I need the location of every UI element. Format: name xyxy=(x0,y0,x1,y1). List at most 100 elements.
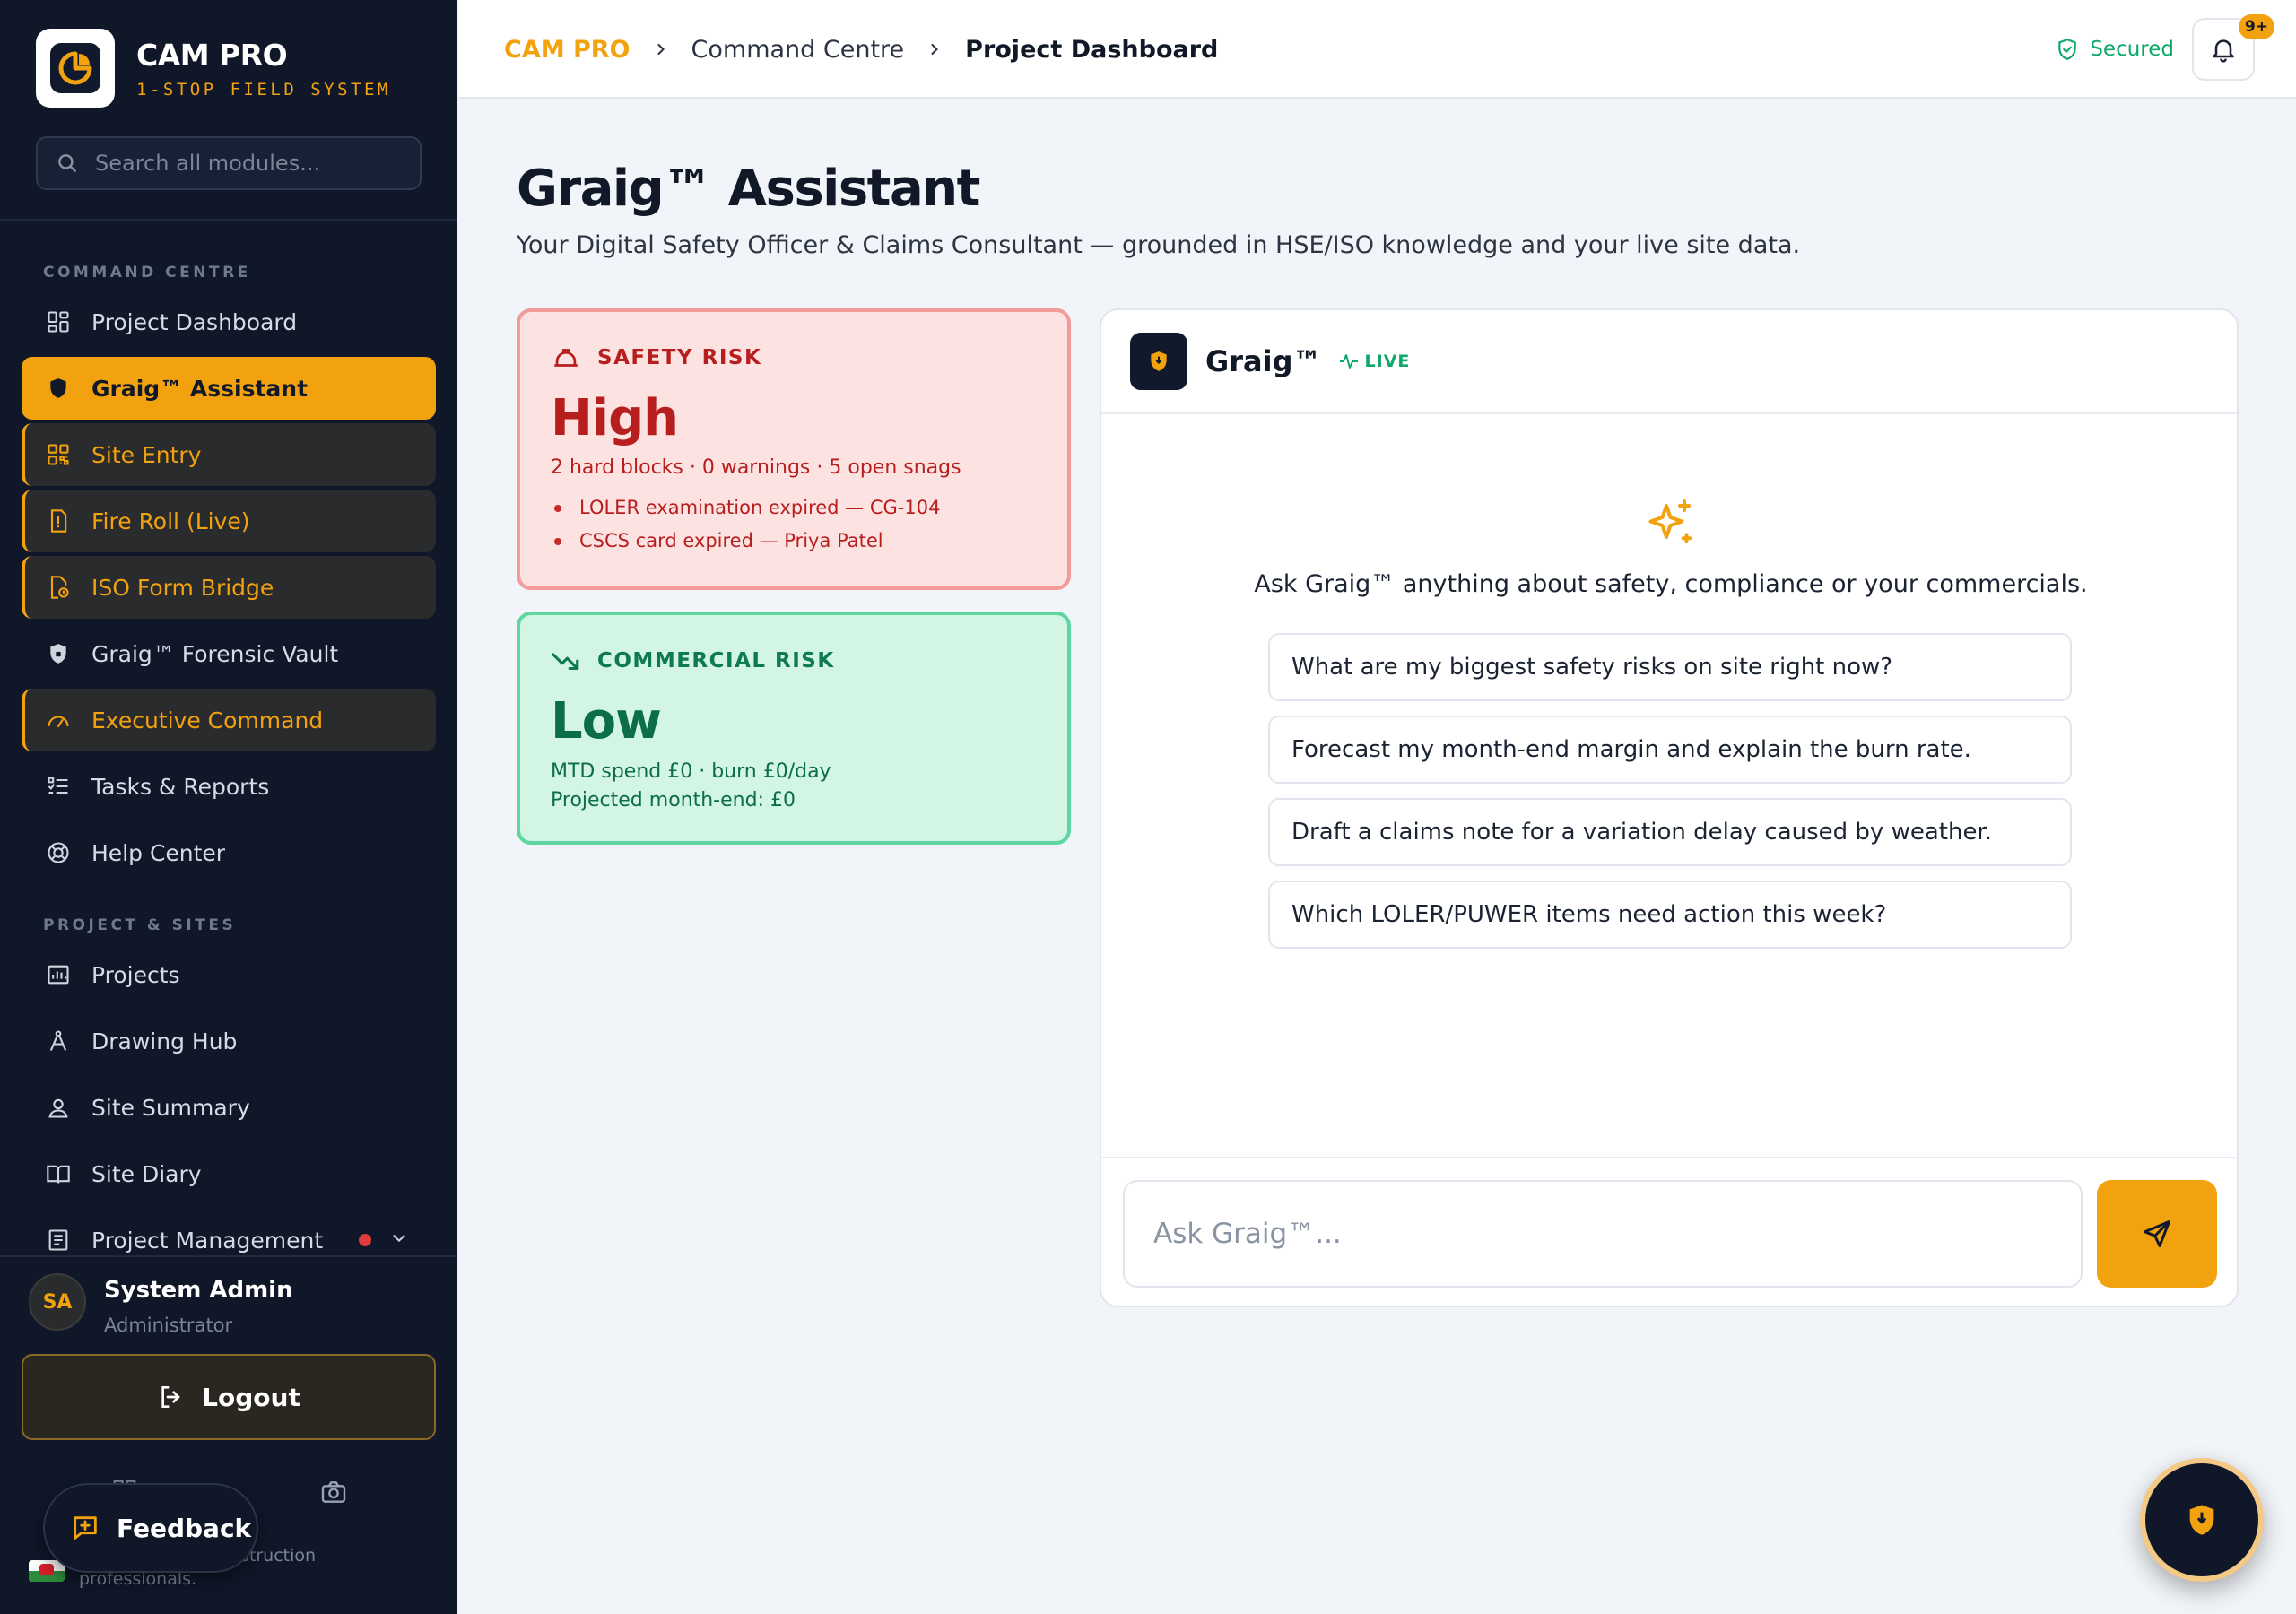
gauge-icon xyxy=(45,707,72,733)
safety-risk-list: LOLER examination expired — CG-104 CSCS … xyxy=(551,491,1037,558)
logout-label: Logout xyxy=(202,1382,300,1412)
sidebar-item-drawing-hub[interactable]: Drawing Hub xyxy=(22,1010,436,1072)
send-button[interactable] xyxy=(2097,1180,2217,1288)
lifebuoy-icon xyxy=(45,839,72,866)
notification-dot xyxy=(359,1234,371,1246)
feedback-button[interactable]: Feedback xyxy=(43,1483,258,1573)
commercial-risk-card: COMMERCIAL RISK Low MTD spend £0 · burn … xyxy=(517,612,1071,845)
welsh-flag-icon xyxy=(29,1560,65,1582)
breadcrumb: CAM PRO Command Centre Project Dashboard xyxy=(504,0,1218,99)
safety-risk-card: SAFETY RISK High 2 hard blocks · 0 warni… xyxy=(517,308,1071,590)
notification-count-badge: 9+ xyxy=(2239,14,2274,39)
sidebar-item-label: Project Management xyxy=(91,1227,324,1254)
sidebar-item-tasks-reports[interactable]: Tasks & Reports xyxy=(22,755,436,818)
commercial-projection: Projected month-end: £0 xyxy=(551,789,796,811)
secured-label: Secured xyxy=(2090,38,2174,61)
commercial-spend: MTD spend £0 · burn £0/day xyxy=(551,760,831,783)
sidebar-divider xyxy=(0,219,457,221)
trend-down-icon xyxy=(552,653,579,671)
sidebar-item-label: Projects xyxy=(91,961,180,988)
breadcrumb-command-centre[interactable]: Command Centre xyxy=(691,36,905,64)
feedback-label: Feedback xyxy=(117,1513,252,1543)
suggestion-button[interactable]: Draft a claims note for a variation dela… xyxy=(1268,798,2072,866)
cam-pro-logo-icon xyxy=(36,29,115,108)
chat-panel: Graig™ LIVE Ask Graig™ anything about sa… xyxy=(1100,308,2239,1307)
shield-icon xyxy=(45,375,72,402)
sidebar-item-site-entry[interactable]: Site Entry xyxy=(22,423,436,486)
sidebar-item-project-dashboard[interactable]: Project Dashboard xyxy=(22,291,436,353)
sidebar-item-label: Fire Roll (Live) xyxy=(91,508,250,534)
sidebar-item-label: Graig™ Assistant xyxy=(91,375,309,402)
sidebar-item-label: Project Dashboard xyxy=(91,308,298,335)
breadcrumb-root[interactable]: CAM PRO xyxy=(504,36,631,64)
commercial-risk-level: Low xyxy=(551,692,662,751)
brand-name: CAM PRO xyxy=(136,37,288,73)
sidebar-item-label: Drawing Hub xyxy=(91,1028,238,1054)
checklist-icon xyxy=(45,773,72,800)
list-item: LOLER examination expired — CG-104 xyxy=(551,491,1037,525)
compass-icon xyxy=(45,1028,72,1054)
search-icon xyxy=(58,154,76,172)
sidebar-item-label: Site Summary xyxy=(91,1094,250,1121)
sidebar-item-label: Tasks & Reports xyxy=(91,773,270,800)
sidebar-item-forensic-vault[interactable]: Graig™ Forensic Vault xyxy=(22,622,436,685)
file-sync-icon xyxy=(45,574,72,601)
activity-icon xyxy=(1339,354,1358,369)
sidebar-item-executive-command[interactable]: Executive Command xyxy=(22,689,436,751)
suggestion-button[interactable]: Forecast my month-end margin and explain… xyxy=(1268,716,2072,784)
shield-check-icon xyxy=(2058,39,2077,60)
chat-composer xyxy=(1101,1157,2237,1306)
safety-risk-label: SAFETY RISK xyxy=(597,346,762,369)
safety-risk-level: High xyxy=(551,389,679,447)
sidebar-item-label: Help Center xyxy=(91,839,226,866)
chat-input[interactable] xyxy=(1123,1180,2083,1288)
sidebar-item-label: Executive Command xyxy=(91,707,324,733)
logout-button[interactable]: Logout xyxy=(22,1354,436,1440)
avatar: SA xyxy=(29,1273,86,1331)
sidebar-item-label: Site Diary xyxy=(91,1160,202,1187)
sidebar-item-projects[interactable]: Projects xyxy=(22,943,436,1006)
document-list-icon xyxy=(45,1227,72,1254)
alert-document-icon xyxy=(45,508,72,534)
sidebar-item-site-diary[interactable]: Site Diary xyxy=(22,1142,436,1205)
sidebar-nav: COMMAND CENTRE Project Dashboard Graig™ … xyxy=(0,235,457,1257)
sidebar-item-fire-roll[interactable]: Fire Roll (Live) xyxy=(22,490,436,552)
suggestion-button[interactable]: What are my biggest safety risks on site… xyxy=(1268,633,2072,701)
qr-code-icon xyxy=(45,441,72,468)
sidebar-item-help-center[interactable]: Help Center xyxy=(22,821,436,884)
chevron-down-icon[interactable] xyxy=(389,1228,409,1254)
chat-empty-prompt: Ask Graig™ anything about safety, compli… xyxy=(1254,570,2088,598)
message-plus-icon xyxy=(74,1516,97,1540)
search-input[interactable] xyxy=(95,151,418,176)
module-search[interactable] xyxy=(36,136,422,190)
camera-icon[interactable] xyxy=(319,1478,348,1510)
hard-hat-icon xyxy=(554,349,578,367)
safety-risk-summary: 2 hard blocks · 0 warnings · 5 open snag… xyxy=(551,456,961,479)
sidebar-item-project-management[interactable]: Project Management xyxy=(22,1209,436,1257)
suggestion-button[interactable]: Which LOLER/PUWER items need action this… xyxy=(1268,881,2072,949)
nav-section-project-sites: PROJECT & SITES xyxy=(43,916,237,934)
page-title: Graig™ Assistant xyxy=(517,160,980,218)
secured-status: Secured xyxy=(2056,0,2174,99)
sidebar-item-site-summary[interactable]: Site Summary xyxy=(22,1076,436,1139)
user-name: System Admin xyxy=(104,1277,293,1304)
shield-icon xyxy=(2189,1505,2214,1535)
shield-lock-icon xyxy=(45,640,72,667)
sidebar-item-iso-form-bridge[interactable]: ISO Form Bridge xyxy=(22,556,436,619)
sidebar: CAM PRO 1-STOP FIELD SYSTEM COMMAND CENT… xyxy=(0,0,457,1614)
chat-header: Graig™ LIVE xyxy=(1101,310,2237,414)
brand-tagline: 1-STOP FIELD SYSTEM xyxy=(136,79,391,100)
sidebar-item-graig-assistant[interactable]: Graig™ Assistant xyxy=(22,357,436,420)
sidebar-item-label: Site Entry xyxy=(91,441,202,468)
breadcrumb-current: Project Dashboard xyxy=(965,35,1219,64)
graig-shield-icon xyxy=(1130,333,1187,390)
graig-floating-button[interactable] xyxy=(2140,1458,2264,1582)
user-profile[interactable]: SA System Admin Administrator xyxy=(0,1255,457,1363)
live-label: LIVE xyxy=(1364,351,1411,371)
brand[interactable]: CAM PRO 1-STOP FIELD SYSTEM xyxy=(36,29,391,108)
live-indicator: LIVE xyxy=(1338,351,1411,372)
nav-section-command-centre: COMMAND CENTRE xyxy=(43,264,251,282)
chevron-right-icon xyxy=(652,40,670,58)
send-icon xyxy=(2144,1220,2170,1247)
list-item: CSCS card expired — Priya Patel xyxy=(551,525,1037,558)
